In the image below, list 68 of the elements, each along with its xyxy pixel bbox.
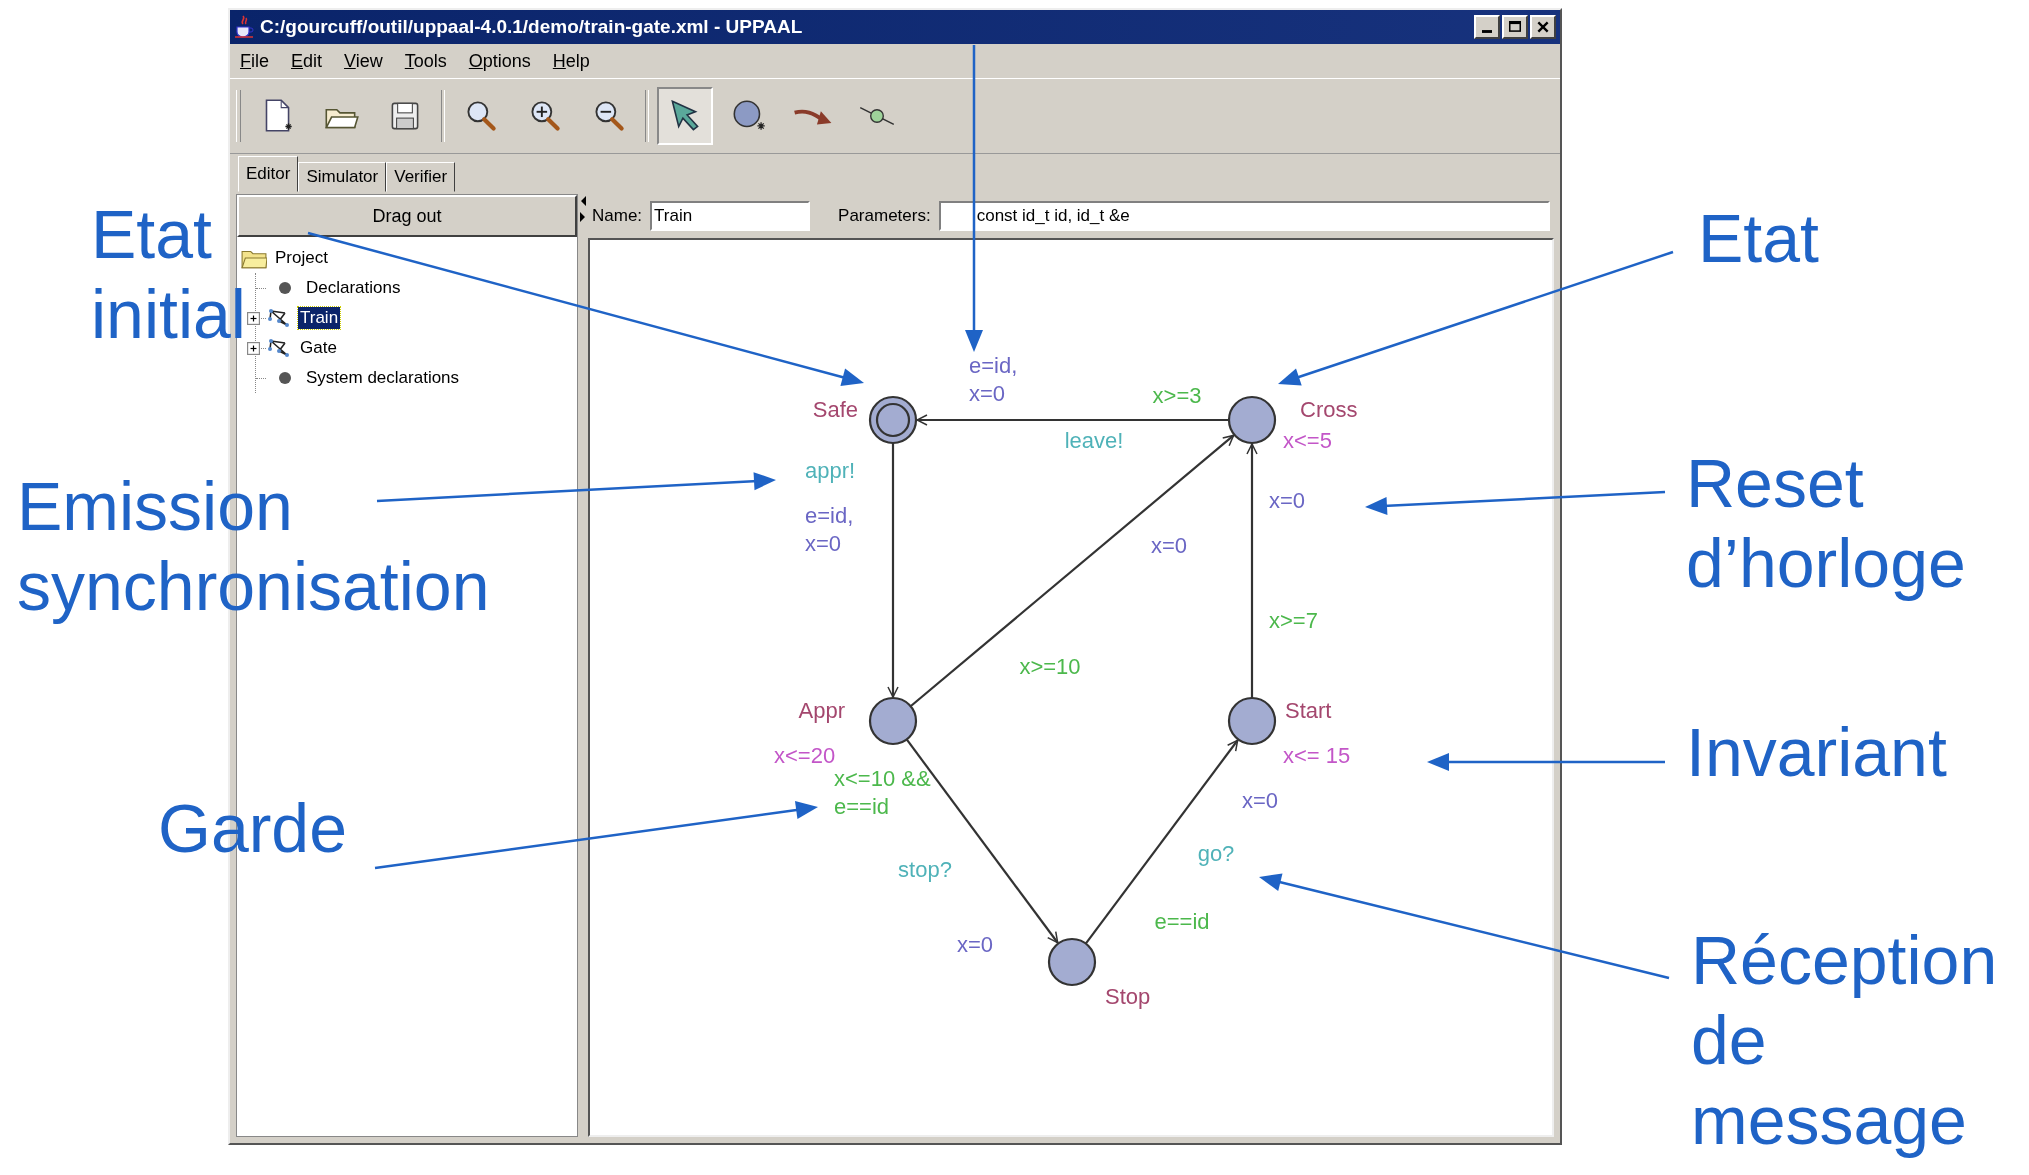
guard-label: x>=7	[1269, 607, 1318, 633]
menu-item[interactable]: Help	[552, 50, 590, 72]
location-name: Appr	[798, 697, 845, 723]
minimize-icon	[1482, 30, 1492, 33]
annotation-text: de	[1691, 1001, 1767, 1081]
graph-icon	[266, 337, 292, 359]
maximize-button[interactable]	[1502, 15, 1528, 39]
annotation-text: Reset	[1686, 444, 1864, 523]
location-name: Cross	[1300, 396, 1358, 422]
tab[interactable]: Editor	[238, 156, 299, 192]
close-button[interactable]	[1530, 15, 1556, 39]
sync-label: leave!	[1064, 427, 1124, 453]
update-label: x=0	[1150, 532, 1188, 558]
close-icon	[1536, 20, 1550, 34]
update-label: e=id, x=0	[805, 502, 854, 556]
splitter-arrows-icon[interactable]	[579, 194, 587, 224]
tab[interactable]: Simulator	[298, 162, 387, 192]
annotation-text: message	[1691, 1081, 1967, 1161]
invariant-label: x<=5	[1283, 427, 1332, 453]
guard-label: x>=3	[1152, 382, 1202, 408]
annotation-text: initial	[91, 275, 246, 355]
location-name: Start	[1285, 697, 1332, 723]
menu-item[interactable]: View	[344, 50, 383, 72]
menu-item[interactable]: File	[240, 50, 269, 72]
update-label: x=0	[1269, 487, 1306, 513]
annotation-text: Etat	[91, 195, 212, 274]
tree-item[interactable]: Declarations	[304, 277, 403, 299]
maximize-icon	[1508, 20, 1522, 34]
sync-label: appr!	[805, 457, 856, 483]
field-label: Parameters:	[838, 206, 931, 226]
annotation-text: Etat	[1698, 199, 1819, 278]
menu-item[interactable]: Tools	[404, 50, 447, 72]
menu-item[interactable]: Options	[468, 50, 531, 72]
annotation-text: Réception	[1691, 921, 1998, 1000]
coffee-cup-icon	[234, 15, 254, 39]
tree-item[interactable]: Project	[273, 247, 330, 269]
sync-label: stop?	[898, 856, 952, 882]
update-label: e=id, x=0	[969, 352, 1018, 406]
toolbar-button[interactable]	[657, 87, 713, 145]
expand-toggle[interactable]	[247, 341, 260, 355]
tab[interactable]: Verifier	[386, 162, 456, 192]
guard-label: x>=10	[1019, 653, 1081, 679]
location-name: Safe	[812, 396, 858, 422]
invariant-label: x<= 15	[1283, 742, 1351, 768]
annotation-text: Emission	[17, 467, 293, 546]
tree-item[interactable]: Gate	[298, 337, 339, 359]
tree-item[interactable]: Train	[298, 307, 341, 329]
annotation-text: d’horloge	[1686, 524, 1966, 604]
minimize-button[interactable]	[1474, 15, 1500, 39]
drag-out-button[interactable]: Drag out	[237, 195, 577, 237]
update-label: x=0	[956, 931, 994, 957]
window-title: C:/gourcuff/outil/uppaal-4.0.1/demo/train-gate.xml - UPPAAL	[260, 16, 804, 38]
parameters-field[interactable]: const id_t id, id_t &e	[938, 201, 1550, 231]
annotation-text: synchronisation	[17, 547, 490, 627]
field-label: Name:	[592, 206, 643, 226]
guard-label: e==id	[1154, 908, 1210, 934]
graph-icon	[266, 307, 292, 329]
name-field[interactable]: Train	[650, 201, 811, 231]
location-name: Stop	[1105, 983, 1151, 1009]
annotation-text: Invariant	[1686, 713, 1947, 792]
update-label: x=0	[1241, 787, 1279, 813]
menu-item[interactable]: Edit	[291, 50, 323, 72]
expand-toggle[interactable]	[247, 311, 260, 325]
invariant-label: x<=20	[774, 742, 836, 768]
guard-label: x<=10 && e==id	[834, 765, 931, 819]
annotation-text: Garde	[158, 789, 347, 868]
tree-item[interactable]: System declarations	[304, 367, 462, 389]
sync-label: go?	[1197, 840, 1235, 866]
